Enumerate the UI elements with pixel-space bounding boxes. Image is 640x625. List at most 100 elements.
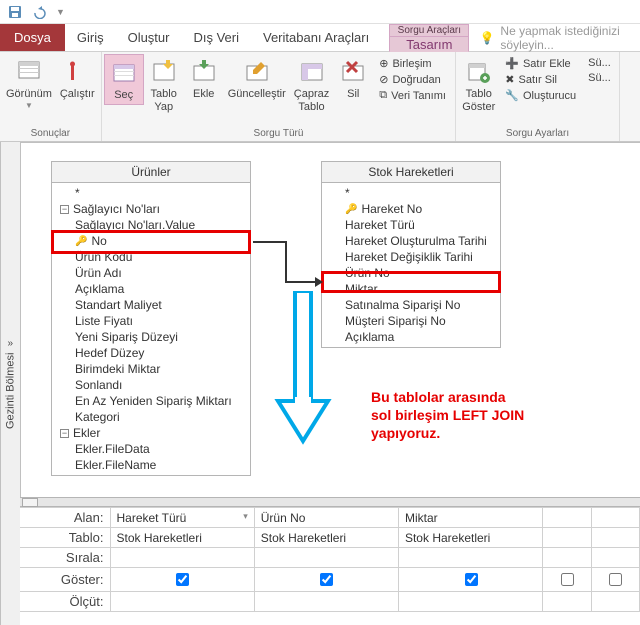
qbe-cell[interactable]: [591, 508, 639, 528]
qbe-show-checkbox[interactable]: [398, 568, 542, 592]
field-row[interactable]: Standart Maliyet: [52, 297, 250, 313]
field-row[interactable]: Ürün Kodu: [52, 249, 250, 265]
qbe-cell[interactable]: [543, 592, 591, 612]
tab-file[interactable]: Dosya: [0, 24, 65, 51]
qbe-row-show: Göster:: [20, 568, 640, 592]
field-row[interactable]: Hedef Düzey: [52, 345, 250, 361]
field-row[interactable]: Hareket Türü: [322, 217, 500, 233]
tell-me-box[interactable]: 💡 Ne yapmak istediğinizi söyleyin...: [469, 24, 640, 51]
expander-icon[interactable]: −: [60, 429, 69, 438]
field-row[interactable]: Satınalma Siparişi No: [322, 297, 500, 313]
field-name: Müşteri Siparişi No: [345, 314, 446, 328]
navigation-pane-collapsed[interactable]: Gezinti Bölmesi »: [0, 142, 20, 625]
qbe-cell[interactable]: [398, 592, 542, 612]
field-name: Yeni Sipariş Düzeyi: [75, 330, 178, 344]
maketable-button[interactable]: Tablo Yap: [144, 54, 184, 116]
qbe-show-checkbox[interactable]: [110, 568, 254, 592]
select-query-button[interactable]: Seç: [104, 54, 144, 105]
query-design-surface[interactable]: Ürünler *−Sağlayıcı No'larıSağlayıcı No'…: [20, 142, 640, 497]
field-row[interactable]: Müşteri Siparişi No: [322, 313, 500, 329]
delete-button[interactable]: Sil: [333, 54, 373, 103]
run-button[interactable]: Çalıştır: [56, 54, 99, 103]
save-icon[interactable]: [8, 5, 22, 19]
field-row[interactable]: Kategori: [52, 409, 250, 425]
qbe-cell[interactable]: [110, 592, 254, 612]
qbe-cell[interactable]: Miktar: [398, 508, 542, 528]
qbe-cell[interactable]: [254, 592, 398, 612]
qbe-cell[interactable]: [591, 528, 639, 548]
append-button[interactable]: Ekle: [184, 54, 224, 103]
builder-button[interactable]: 🔧Oluşturucu: [503, 88, 578, 103]
qbe-cell[interactable]: [543, 508, 591, 528]
field-row[interactable]: Açıklama: [322, 329, 500, 345]
field-row[interactable]: −Sağlayıcı No'ları: [52, 201, 250, 217]
chevron-down-icon[interactable]: ▾: [243, 511, 248, 522]
field-row[interactable]: En Az Yeniden Sipariş Miktarı: [52, 393, 250, 409]
tab-dbtools[interactable]: Veritabanı Araçları: [251, 24, 381, 51]
insertrow-button[interactable]: ➕Satır Ekle: [503, 56, 578, 71]
qat-menu-icon[interactable]: ▼: [56, 7, 65, 17]
field-row[interactable]: Liste Fiyatı: [52, 313, 250, 329]
tab-external[interactable]: Dış Veri: [181, 24, 251, 51]
field-row[interactable]: Sağlayıcı No'ları.Value: [52, 217, 250, 233]
qbe-cell[interactable]: Stok Hareketleri: [398, 528, 542, 548]
qbe-cell[interactable]: [543, 528, 591, 548]
qbe-cell[interactable]: Hareket Türü▾: [110, 508, 254, 528]
qbe-cell[interactable]: Ürün No: [254, 508, 398, 528]
qbe-show-checkbox[interactable]: [543, 568, 591, 592]
field-name: *: [345, 186, 350, 200]
qbe-cell[interactable]: [591, 548, 639, 568]
qbe-row-criteria: Ölçüt:: [20, 592, 640, 612]
field-row[interactable]: Hareket Değişiklik Tarihi: [322, 249, 500, 265]
expander-icon[interactable]: −: [60, 205, 69, 214]
table-urunler[interactable]: Ürünler *−Sağlayıcı No'larıSağlayıcı No'…: [51, 161, 251, 476]
qbe-cell[interactable]: [591, 592, 639, 612]
horizontal-splitter[interactable]: [20, 497, 640, 507]
field-row[interactable]: Ürün No: [322, 265, 500, 281]
view-button[interactable]: Görünüm ▼: [2, 54, 56, 113]
table-title: Ürünler: [52, 162, 250, 183]
tab-home[interactable]: Giriş: [65, 24, 116, 51]
field-row[interactable]: Birimdeki Miktar: [52, 361, 250, 377]
tab-create[interactable]: Oluştur: [116, 24, 182, 51]
undo-icon[interactable]: [32, 5, 46, 19]
table-stok[interactable]: Stok Hareketleri *🔑Hareket NoHareket Tür…: [321, 161, 501, 348]
qbe-show-checkbox[interactable]: [254, 568, 398, 592]
field-row[interactable]: Miktar: [322, 281, 500, 297]
field-row[interactable]: Sonlandı: [52, 377, 250, 393]
insertcol-button[interactable]: Sü...: [586, 56, 613, 70]
tab-design[interactable]: Tasarım: [389, 36, 469, 52]
deletecol-button[interactable]: Sü...: [586, 71, 613, 85]
key-icon: 🔑: [75, 236, 87, 247]
update-button[interactable]: Güncelleştir: [224, 54, 290, 103]
union-button[interactable]: ⊕Birleşim: [377, 56, 449, 71]
field-name: Birimdeki Miktar: [75, 362, 160, 376]
qbe-cell[interactable]: [254, 548, 398, 568]
field-name: Ürün Kodu: [75, 250, 132, 264]
field-row[interactable]: Açıklama: [52, 281, 250, 297]
qbe-cell[interactable]: [110, 548, 254, 568]
showtable-button[interactable]: Tablo Göster: [458, 54, 499, 116]
qbe-cell[interactable]: Stok Hareketleri: [254, 528, 398, 548]
field-row[interactable]: Yeni Sipariş Düzeyi: [52, 329, 250, 345]
field-row[interactable]: Ekler.FileName: [52, 457, 250, 473]
field-row[interactable]: *: [322, 185, 500, 201]
scroll-left-icon[interactable]: [22, 498, 38, 507]
field-row[interactable]: *: [52, 185, 250, 201]
datadef-button[interactable]: ⧉Veri Tanımı: [377, 88, 449, 103]
expand-icon: »: [8, 338, 14, 349]
passthrough-button[interactable]: ⊘Doğrudan: [377, 72, 449, 87]
qbe-cell[interactable]: [543, 548, 591, 568]
field-row[interactable]: −Ekler: [52, 425, 250, 441]
field-row[interactable]: Ürün Adı: [52, 265, 250, 281]
qbe-cell[interactable]: Stok Hareketleri: [110, 528, 254, 548]
field-row[interactable]: 🔑No: [52, 233, 250, 249]
crosstab-button[interactable]: Çapraz Tablo: [290, 54, 333, 116]
qbe-cell[interactable]: [398, 548, 542, 568]
qbe-show-checkbox[interactable]: [591, 568, 639, 592]
qbe-grid[interactable]: Alan: Hareket Türü▾ Ürün No Miktar Tablo…: [20, 507, 640, 625]
field-row[interactable]: Ekler.FileData: [52, 441, 250, 457]
field-row[interactable]: 🔑Hareket No: [322, 201, 500, 217]
deleterow-button[interactable]: ✖Satır Sil: [503, 72, 578, 87]
field-row[interactable]: Hareket Oluşturulma Tarihi: [322, 233, 500, 249]
